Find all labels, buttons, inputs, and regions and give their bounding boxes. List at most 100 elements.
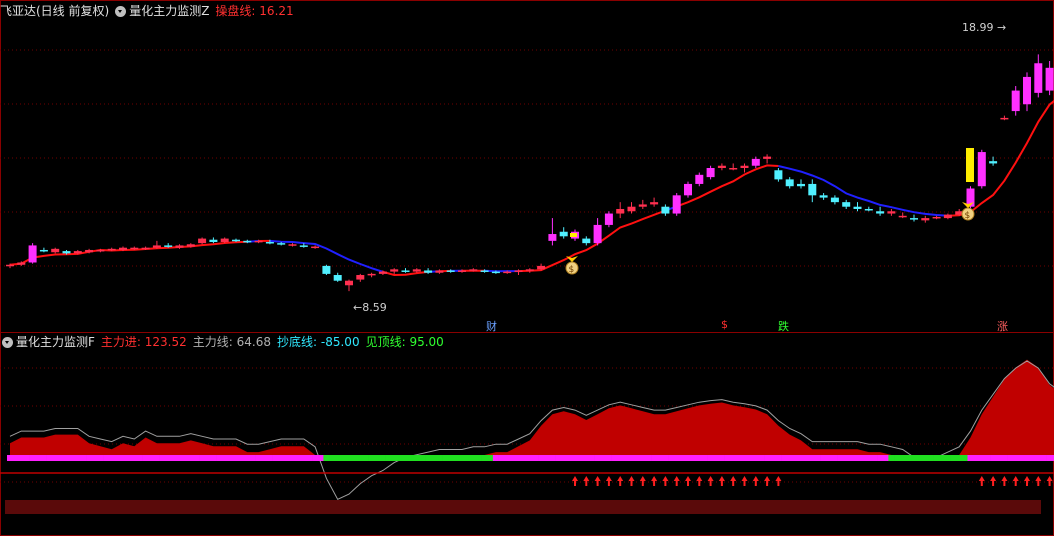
state-dot — [701, 455, 708, 461]
buy-arrow-icon — [764, 476, 771, 486]
state-dot — [973, 455, 980, 461]
operation-line-segment — [9, 240, 248, 266]
state-dot — [436, 455, 443, 461]
buy-arrow-icon — [696, 476, 703, 486]
state-dot — [487, 455, 494, 461]
state-dot — [57, 455, 64, 461]
state-dot — [249, 455, 256, 461]
state-dot — [459, 455, 465, 461]
state-dot — [696, 455, 703, 461]
state-dot — [396, 455, 403, 461]
state-dot — [165, 455, 172, 461]
candle-body — [85, 249, 94, 253]
candle-body — [695, 174, 704, 184]
state-dot — [216, 455, 223, 461]
buy-arrow-icon — [1012, 476, 1019, 486]
state-dot — [798, 455, 804, 461]
buy-arrow-icon — [1035, 476, 1042, 486]
event-marker-dollar[interactable]: $ — [719, 318, 730, 331]
state-dot — [894, 455, 901, 461]
state-dot — [108, 455, 115, 461]
state-dot — [628, 455, 635, 461]
buy-arrow-icon — [1046, 476, 1053, 486]
state-dot — [1007, 455, 1014, 461]
money-bag-symbol: $ — [965, 211, 971, 221]
state-dot — [278, 455, 285, 461]
state-dot — [922, 455, 929, 461]
state-dot — [447, 455, 454, 461]
candle-body — [220, 238, 229, 242]
kline-chart[interactable]: $$ — [0, 0, 1054, 536]
state-dot — [961, 455, 968, 461]
state-dot — [933, 455, 940, 461]
state-dot — [555, 455, 562, 461]
state-dot — [1001, 455, 1008, 461]
sub-indicator-dropdown-icon[interactable] — [2, 336, 13, 348]
candle-body — [537, 265, 546, 270]
sub-indicator-name[interactable]: 量化主力监测F — [16, 333, 95, 351]
stock-title[interactable]: 飞亚达(日线 前复权) — [0, 2, 109, 20]
candle-body — [717, 165, 726, 168]
bottom-line-label: 抄底线: -85.00 — [277, 335, 360, 349]
candle-body — [706, 168, 715, 178]
candle-body — [446, 270, 455, 272]
operation-line-segment — [947, 99, 1054, 217]
state-dot — [605, 455, 612, 461]
candle-body — [424, 270, 433, 273]
state-dot — [131, 455, 138, 461]
top-line-label: 见顶线: 95.00 — [365, 335, 444, 349]
state-dot — [312, 455, 319, 461]
state-dot — [984, 455, 991, 461]
state-dot — [272, 455, 279, 461]
state-dot — [588, 455, 595, 461]
state-dot — [1018, 455, 1025, 461]
state-dot — [967, 455, 974, 461]
candle-body — [119, 247, 127, 250]
buy-arrow-icon — [752, 476, 759, 486]
state-dot — [481, 455, 488, 461]
candle-body — [198, 238, 207, 244]
state-dot — [86, 455, 93, 461]
state-dot — [470, 455, 477, 461]
state-dot — [566, 455, 573, 461]
candle-body — [763, 156, 772, 159]
candle-body — [209, 239, 218, 242]
state-dot — [860, 455, 867, 461]
state-dot — [814, 455, 821, 461]
event-marker-rise[interactable]: 涨 — [995, 318, 1010, 334]
state-dot — [170, 455, 177, 461]
buy-arrow-icon — [639, 476, 646, 486]
candle-body — [921, 218, 930, 221]
state-dot — [1024, 455, 1030, 461]
state-dot — [317, 455, 324, 461]
buy-arrow-icon — [1001, 476, 1008, 486]
event-marker-fall[interactable]: 跌 — [776, 318, 791, 334]
indicator-dropdown-icon[interactable] — [115, 5, 127, 17]
candle-body — [435, 270, 444, 273]
state-dot — [23, 455, 30, 461]
state-dot — [142, 455, 149, 461]
event-marker-finance[interactable]: 财 — [484, 318, 499, 334]
main-indicator-name[interactable]: 量化主力监测Z — [129, 2, 209, 20]
state-dot — [803, 455, 810, 461]
candle-body — [333, 275, 342, 281]
candle-body — [864, 208, 873, 211]
state-dot — [956, 455, 963, 461]
state-dot — [662, 455, 669, 461]
state-dot — [492, 455, 499, 461]
state-dot — [583, 455, 590, 461]
state-dot — [758, 455, 765, 461]
candle-body — [774, 170, 783, 180]
candle-body — [186, 244, 195, 247]
main-force-line — [9, 360, 1054, 500]
state-dot — [159, 455, 166, 461]
candle-body — [232, 239, 240, 242]
state-dot — [74, 455, 81, 461]
state-dot — [283, 455, 290, 461]
buy-arrow-icon — [594, 476, 601, 486]
candle-body — [525, 269, 534, 271]
main-panel-border — [0, 0, 1054, 333]
candle-body — [853, 206, 862, 209]
state-dot — [453, 455, 460, 461]
state-dot — [622, 455, 629, 461]
